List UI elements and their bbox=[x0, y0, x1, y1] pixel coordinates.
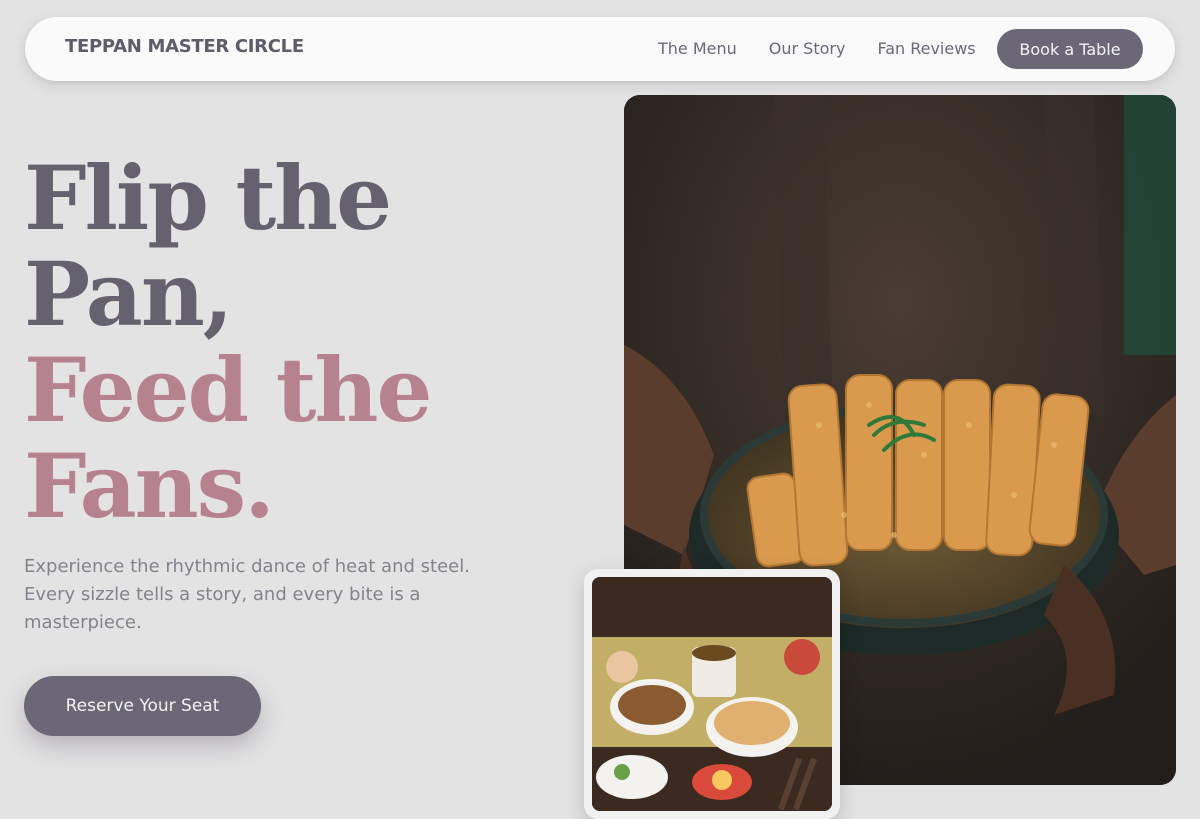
brand-logo[interactable]: TEPPAN MASTER CIRCLE bbox=[65, 36, 304, 57]
hero-title-line-4: Fans. bbox=[24, 434, 275, 538]
secondary-photo-card bbox=[584, 569, 840, 819]
japanese-table-photo bbox=[592, 577, 832, 811]
hero-title-line-2: Pan, bbox=[24, 242, 233, 346]
hero-subtitle: Experience the rhythmic dance of heat an… bbox=[24, 556, 470, 633]
top-navbar: TEPPAN MASTER CIRCLE The Menu Our Story … bbox=[25, 17, 1175, 81]
nav-link-menu[interactable]: The Menu bbox=[658, 39, 737, 58]
nav-link-story[interactable]: Our Story bbox=[769, 39, 846, 58]
hero-title-line-3: Feed the bbox=[24, 338, 432, 442]
hero-title-line-1: Flip the bbox=[24, 146, 392, 250]
reserve-seat-button[interactable]: Reserve Your Seat bbox=[24, 676, 261, 736]
table-spread-illustration bbox=[592, 577, 832, 811]
nav-link-reviews[interactable]: Fan Reviews bbox=[877, 39, 975, 58]
hero-title: Flip the Pan, Feed the Fans. bbox=[24, 150, 544, 534]
book-table-button[interactable]: Book a Table bbox=[997, 29, 1143, 69]
nav-links: The Menu Our Story Fan Reviews bbox=[658, 39, 1008, 58]
